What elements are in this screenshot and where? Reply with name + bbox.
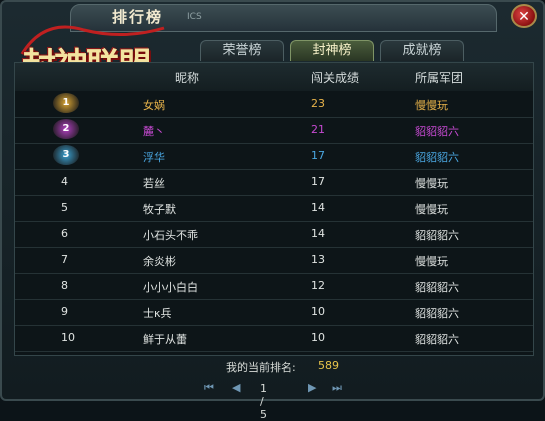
header-guild: 所属军团	[415, 71, 464, 85]
close-icon: ✕	[518, 9, 530, 25]
player-score: 12	[311, 279, 325, 292]
page-current: 1	[260, 382, 267, 395]
player-name[interactable]: 麓丶	[143, 123, 165, 139]
tab-honor[interactable]: 荣誉榜	[200, 40, 284, 61]
player-name[interactable]: 女娲	[143, 97, 165, 113]
my-rank-label: 我的当前排名:	[226, 361, 296, 374]
tab-fengshen[interactable]: 封神榜	[290, 40, 374, 61]
page-info: 1 / 5	[260, 382, 267, 421]
table-row[interactable]: 10 鲜于从蕾 10 貂貂貂六	[15, 325, 533, 352]
player-score: 21	[311, 123, 325, 136]
player-score: 14	[311, 227, 325, 240]
player-guild: 貂貂貂六	[415, 307, 459, 320]
rank-number: 10	[61, 331, 75, 344]
player-name[interactable]: 浮华	[143, 149, 165, 165]
player-name[interactable]: 小小小白白	[143, 279, 198, 295]
first-page-icon[interactable]: ⏮	[204, 381, 214, 395]
player-score: 10	[311, 305, 325, 318]
table-row[interactable]: 8 小小小白白 12 貂貂貂六	[15, 273, 533, 300]
player-guild: 慢慢玩	[415, 255, 448, 268]
player-score: 23	[311, 97, 325, 110]
ranking-table: 昵称 闯关成绩 所属军团 1 女娲 23 慢慢玩 2 麓丶 21 貂貂貂六 3 浮华 17 貂貂貂六 4…	[14, 62, 534, 356]
next-page-icon[interactable]: ▶	[308, 381, 316, 394]
page-separator: /	[260, 395, 264, 408]
my-rank-value: 589	[318, 359, 339, 372]
player-guild: 貂貂貂六	[415, 151, 459, 164]
close-button[interactable]: ✕	[511, 4, 537, 28]
player-score: 10	[311, 331, 325, 344]
table-row[interactable]: 4 若丝 17 慢慢玩	[15, 169, 533, 196]
window-title-en: ICS	[187, 12, 202, 22]
table-row[interactable]: 3 浮华 17 貂貂貂六	[15, 143, 533, 170]
table-row[interactable]: 5 牧子默 14 慢慢玩	[15, 195, 533, 222]
rank-number: 5	[61, 201, 68, 214]
tab-achievement[interactable]: 成就榜	[380, 40, 464, 61]
rank-number: 6	[61, 227, 68, 240]
player-guild: 貂貂貂六	[415, 125, 459, 138]
rank-number: 7	[61, 253, 68, 266]
player-name[interactable]: 小石头不乖	[143, 227, 198, 243]
table-header: 昵称 闯关成绩 所属军团	[15, 63, 533, 91]
table-row[interactable]: 9 士κ兵 10 貂貂貂六	[15, 299, 533, 326]
prev-page-icon[interactable]: ◀	[232, 381, 240, 394]
player-score: 17	[311, 175, 325, 188]
player-guild: 慢慢玩	[415, 99, 448, 112]
player-guild: 慢慢玩	[415, 203, 448, 216]
player-name[interactable]: 士κ兵	[143, 305, 171, 321]
page-total: 5	[260, 408, 267, 421]
header-score: 闯关成绩	[311, 71, 360, 85]
player-guild: 貂貂貂六	[415, 229, 459, 242]
player-score: 13	[311, 253, 325, 266]
rank-medal-icon: 1	[53, 93, 79, 113]
rank-number: 9	[61, 305, 68, 318]
table-row[interactable]: 6 小石头不乖 14 貂貂貂六	[15, 221, 533, 248]
rank-number: 4	[61, 175, 68, 188]
table-row[interactable]: 7 余炎彬 13 慢慢玩	[15, 247, 533, 274]
rank-medal-icon: 3	[53, 145, 79, 165]
player-guild: 貂貂貂六	[415, 333, 459, 346]
player-name[interactable]: 余炎彬	[143, 253, 176, 269]
player-guild: 慢慢玩	[415, 177, 448, 190]
last-page-icon[interactable]: ⏭	[332, 381, 342, 395]
player-name[interactable]: 若丝	[143, 175, 165, 191]
player-score: 17	[311, 149, 325, 162]
header-nickname: 昵称	[175, 71, 200, 85]
player-name[interactable]: 鲜于从蕾	[143, 331, 187, 347]
table-row[interactable]: 1 女娲 23 慢慢玩	[15, 91, 533, 118]
player-name[interactable]: 牧子默	[143, 201, 176, 217]
player-score: 14	[311, 201, 325, 214]
table-row[interactable]: 2 麓丶 21 貂貂貂六	[15, 117, 533, 144]
player-guild: 貂貂貂六	[415, 281, 459, 294]
rank-medal-icon: 2	[53, 119, 79, 139]
rank-number: 8	[61, 279, 68, 292]
